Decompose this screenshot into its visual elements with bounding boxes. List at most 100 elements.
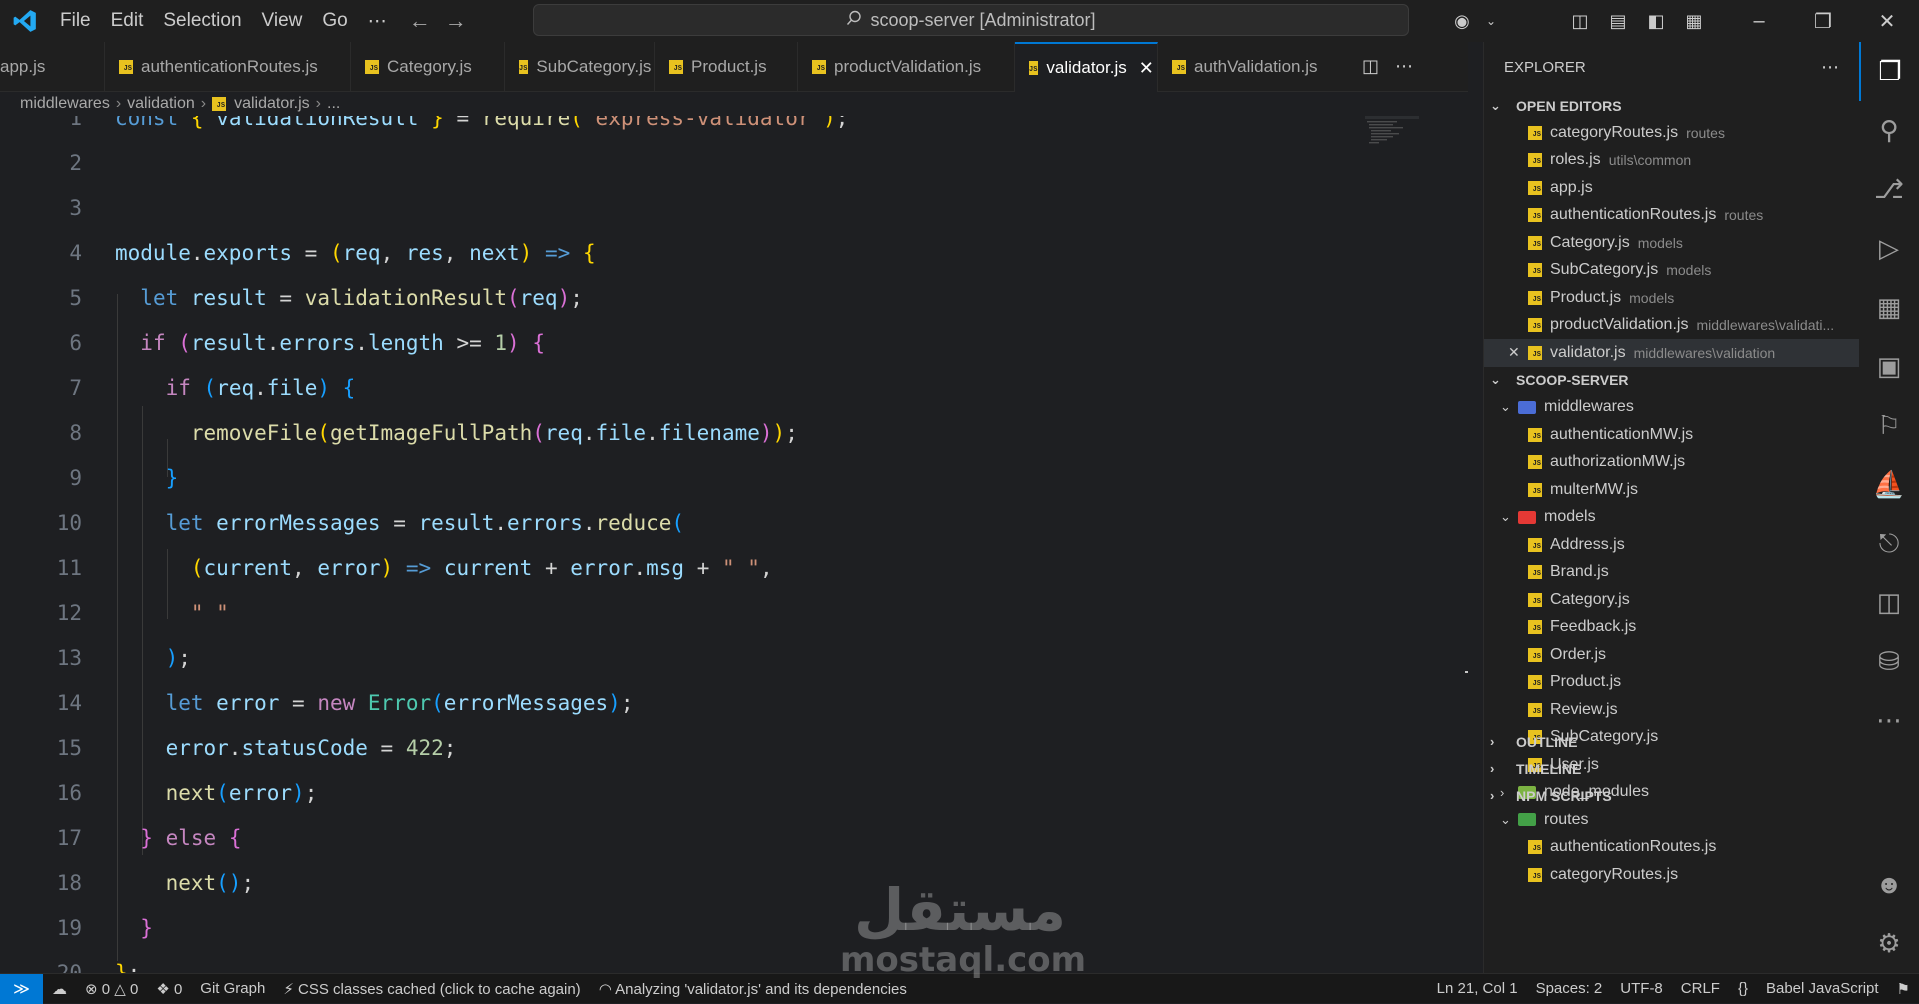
close-icon[interactable]: ✕ bbox=[1508, 344, 1528, 361]
chevron-down-icon[interactable]: ⌄ bbox=[1481, 14, 1501, 28]
toggle-primary-sidebar-icon[interactable]: ◫ bbox=[1561, 11, 1599, 32]
git-graph-status[interactable]: Git Graph bbox=[191, 980, 274, 997]
code-text: module.exports = (req, res, next) => { bbox=[115, 240, 596, 265]
braces-icon[interactable]: {} bbox=[1729, 980, 1757, 997]
file-item[interactable]: JS authenticationMW.js bbox=[1484, 421, 1859, 449]
open-editor-item[interactable]: JS productValidation.js middlewares\valida… bbox=[1484, 312, 1859, 340]
file-item[interactable]: JS Product.js bbox=[1484, 669, 1859, 697]
js-file-icon: JS bbox=[1528, 867, 1542, 882]
remote-explorer-icon[interactable]: ▣ bbox=[1859, 337, 1919, 396]
more-icon[interactable]: ⋯ bbox=[1859, 691, 1919, 750]
account-icon[interactable]: ☻ bbox=[1859, 855, 1919, 914]
customize-layout-icon[interactable]: ▦ bbox=[1675, 11, 1713, 32]
copilot-icon[interactable]: ◉ bbox=[1443, 11, 1481, 32]
run-debug-icon[interactable]: ▷ bbox=[1859, 219, 1919, 278]
breadcrumb-symbol[interactable]: ... bbox=[327, 95, 340, 113]
toggle-secondary-sidebar-icon[interactable]: ◧ bbox=[1637, 11, 1675, 32]
tab-authvalidation[interactable]: JS authValidation.js bbox=[1158, 42, 1336, 92]
language-mode[interactable]: Babel JavaScript bbox=[1757, 980, 1888, 997]
database-icon[interactable]: ⛁ bbox=[1859, 632, 1919, 691]
minimize-icon[interactable]: – bbox=[1727, 10, 1791, 33]
ports-count: 0 bbox=[173, 980, 183, 998]
toggle-panel-icon[interactable]: ▤ bbox=[1599, 11, 1637, 32]
code-editor[interactable]: 1 const { validationResult } = require("… bbox=[0, 116, 1468, 973]
restore-icon[interactable]: ❐ bbox=[1791, 9, 1855, 34]
js-file-icon: JS bbox=[1528, 290, 1542, 305]
command-center-search[interactable]: scoop-server [Administrator] bbox=[533, 4, 1409, 36]
menu-go[interactable]: Go bbox=[312, 10, 357, 32]
css-cache-status[interactable]: ⚡ CSS classes cached (click to cache aga… bbox=[274, 980, 589, 998]
more-actions-icon[interactable]: ⋯ bbox=[1821, 57, 1839, 78]
tab-subcategory[interactable]: JS SubCategory.js bbox=[505, 42, 655, 92]
testing-icon[interactable]: ⚐ bbox=[1859, 396, 1919, 455]
ports-indicator[interactable]: ❖ 0 bbox=[147, 980, 191, 998]
breadcrumb-validator[interactable]: validator.js bbox=[234, 95, 310, 113]
file-item[interactable]: JS Review.js bbox=[1484, 696, 1859, 724]
breadcrumb-middlewares[interactable]: middlewares bbox=[20, 95, 110, 113]
problems-indicator[interactable]: ⊗ 0 △ 0 bbox=[76, 980, 147, 998]
tab-authenticationroutes[interactable]: JS authenticationRoutes.js bbox=[105, 42, 351, 92]
tab-validator[interactable]: JS validator.js ✕ bbox=[1015, 42, 1158, 92]
explorer-files-icon[interactable]: ❐ bbox=[1859, 42, 1919, 101]
close-icon[interactable]: ✕ bbox=[1139, 58, 1154, 79]
notifications-bell-icon[interactable]: ⚑ bbox=[1888, 980, 1919, 998]
tab-product[interactable]: JS Product.js bbox=[655, 42, 798, 92]
timeline-header[interactable]: › TIMELINE bbox=[1484, 755, 1860, 782]
encoding[interactable]: UTF-8 bbox=[1611, 980, 1672, 997]
line-number: 9 bbox=[69, 465, 82, 490]
extensions-icon[interactable]: ▦ bbox=[1859, 278, 1919, 337]
forward-arrow-icon[interactable]: → bbox=[445, 8, 467, 34]
file-item[interactable]: JS Category.js bbox=[1484, 586, 1859, 614]
file-item[interactable]: JS authorizationMW.js bbox=[1484, 449, 1859, 477]
back-arrow-icon[interactable]: ← bbox=[409, 8, 431, 34]
cursor-position[interactable]: Ln 21, Col 1 bbox=[1428, 980, 1527, 997]
remote-indicator-icon[interactable]: ≫ bbox=[0, 973, 43, 1004]
menu-view[interactable]: View bbox=[252, 10, 313, 32]
file-item[interactable]: JS Address.js bbox=[1484, 531, 1859, 559]
npm-scripts-header[interactable]: › NPM SCRIPTS bbox=[1484, 782, 1860, 809]
more-actions-icon[interactable]: ⋯ bbox=[1395, 56, 1413, 77]
folder-item[interactable]: ⌄ models bbox=[1484, 504, 1859, 532]
open-editors-header[interactable]: ⌄ OPEN EDITORS bbox=[1484, 92, 1859, 119]
menu-more[interactable]: ⋯ bbox=[358, 10, 397, 33]
close-icon[interactable]: ✕ bbox=[1855, 9, 1919, 34]
open-editor-item[interactable]: JS Product.js models bbox=[1484, 284, 1859, 312]
open-editor-item[interactable]: JS Category.js models bbox=[1484, 229, 1859, 257]
menu-edit[interactable]: Edit bbox=[101, 10, 154, 32]
explorer-title: EXPLORER bbox=[1504, 58, 1586, 76]
indentation[interactable]: Spaces: 2 bbox=[1527, 980, 1612, 997]
tab-app[interactable]: app.js bbox=[0, 42, 105, 92]
project-header[interactable]: ⌄ SCOOP-SERVER bbox=[1484, 367, 1859, 394]
tab-category[interactable]: JS Category.js bbox=[351, 42, 505, 92]
git-graph-icon[interactable]: ⎋ bbox=[1859, 514, 1919, 573]
tab-productvalidation[interactable]: JS productValidation.js bbox=[798, 42, 1015, 92]
settings-gear-icon[interactable]: ⚙ bbox=[1859, 914, 1919, 973]
menu-selection[interactable]: Selection bbox=[153, 10, 251, 32]
file-item[interactable]: JS multerMW.js bbox=[1484, 476, 1859, 504]
outline-header[interactable]: › OUTLINE bbox=[1484, 728, 1860, 755]
file-item[interactable]: JS Feedback.js bbox=[1484, 614, 1859, 642]
docker-icon[interactable]: ⛵ bbox=[1859, 455, 1919, 514]
search-icon[interactable]: ⚲ bbox=[1859, 101, 1919, 160]
cloud-icon[interactable]: ☁ bbox=[43, 980, 76, 998]
breadcrumb-validation[interactable]: validation bbox=[127, 95, 195, 113]
file-item[interactable]: JS Order.js bbox=[1484, 641, 1859, 669]
file-item[interactable]: JS Brand.js bbox=[1484, 559, 1859, 587]
open-editor-item[interactable]: JS categoryRoutes.js routes bbox=[1484, 119, 1859, 147]
folder-item[interactable]: ⌄ routes bbox=[1484, 806, 1859, 834]
file-item[interactable]: JS categoryRoutes.js bbox=[1484, 861, 1859, 889]
open-editor-item[interactable]: JS authenticationRoutes.js routes bbox=[1484, 202, 1859, 230]
file-item[interactable]: JS authenticationRoutes.js bbox=[1484, 834, 1859, 862]
open-editor-item[interactable]: JS SubCategory.js models bbox=[1484, 257, 1859, 285]
minimap[interactable] bbox=[1365, 116, 1419, 156]
split-editor-icon[interactable]: ◫ bbox=[1362, 56, 1379, 77]
end-of-line[interactable]: CRLF bbox=[1672, 980, 1729, 997]
open-editor-item[interactable]: JS app.js bbox=[1484, 174, 1859, 202]
panels-icon[interactable]: ◫ bbox=[1859, 573, 1919, 632]
folder-item[interactable]: ⌄ middlewares bbox=[1484, 394, 1859, 422]
open-editor-item[interactable]: JS roles.js utils\common bbox=[1484, 147, 1859, 175]
menu-file[interactable]: File bbox=[50, 10, 101, 32]
open-editor-item[interactable]: ✕ JS validator.js middlewares\validation bbox=[1484, 339, 1859, 367]
scrollbar-marker bbox=[1465, 671, 1468, 673]
source-control-icon[interactable]: ⎇ bbox=[1859, 160, 1919, 219]
